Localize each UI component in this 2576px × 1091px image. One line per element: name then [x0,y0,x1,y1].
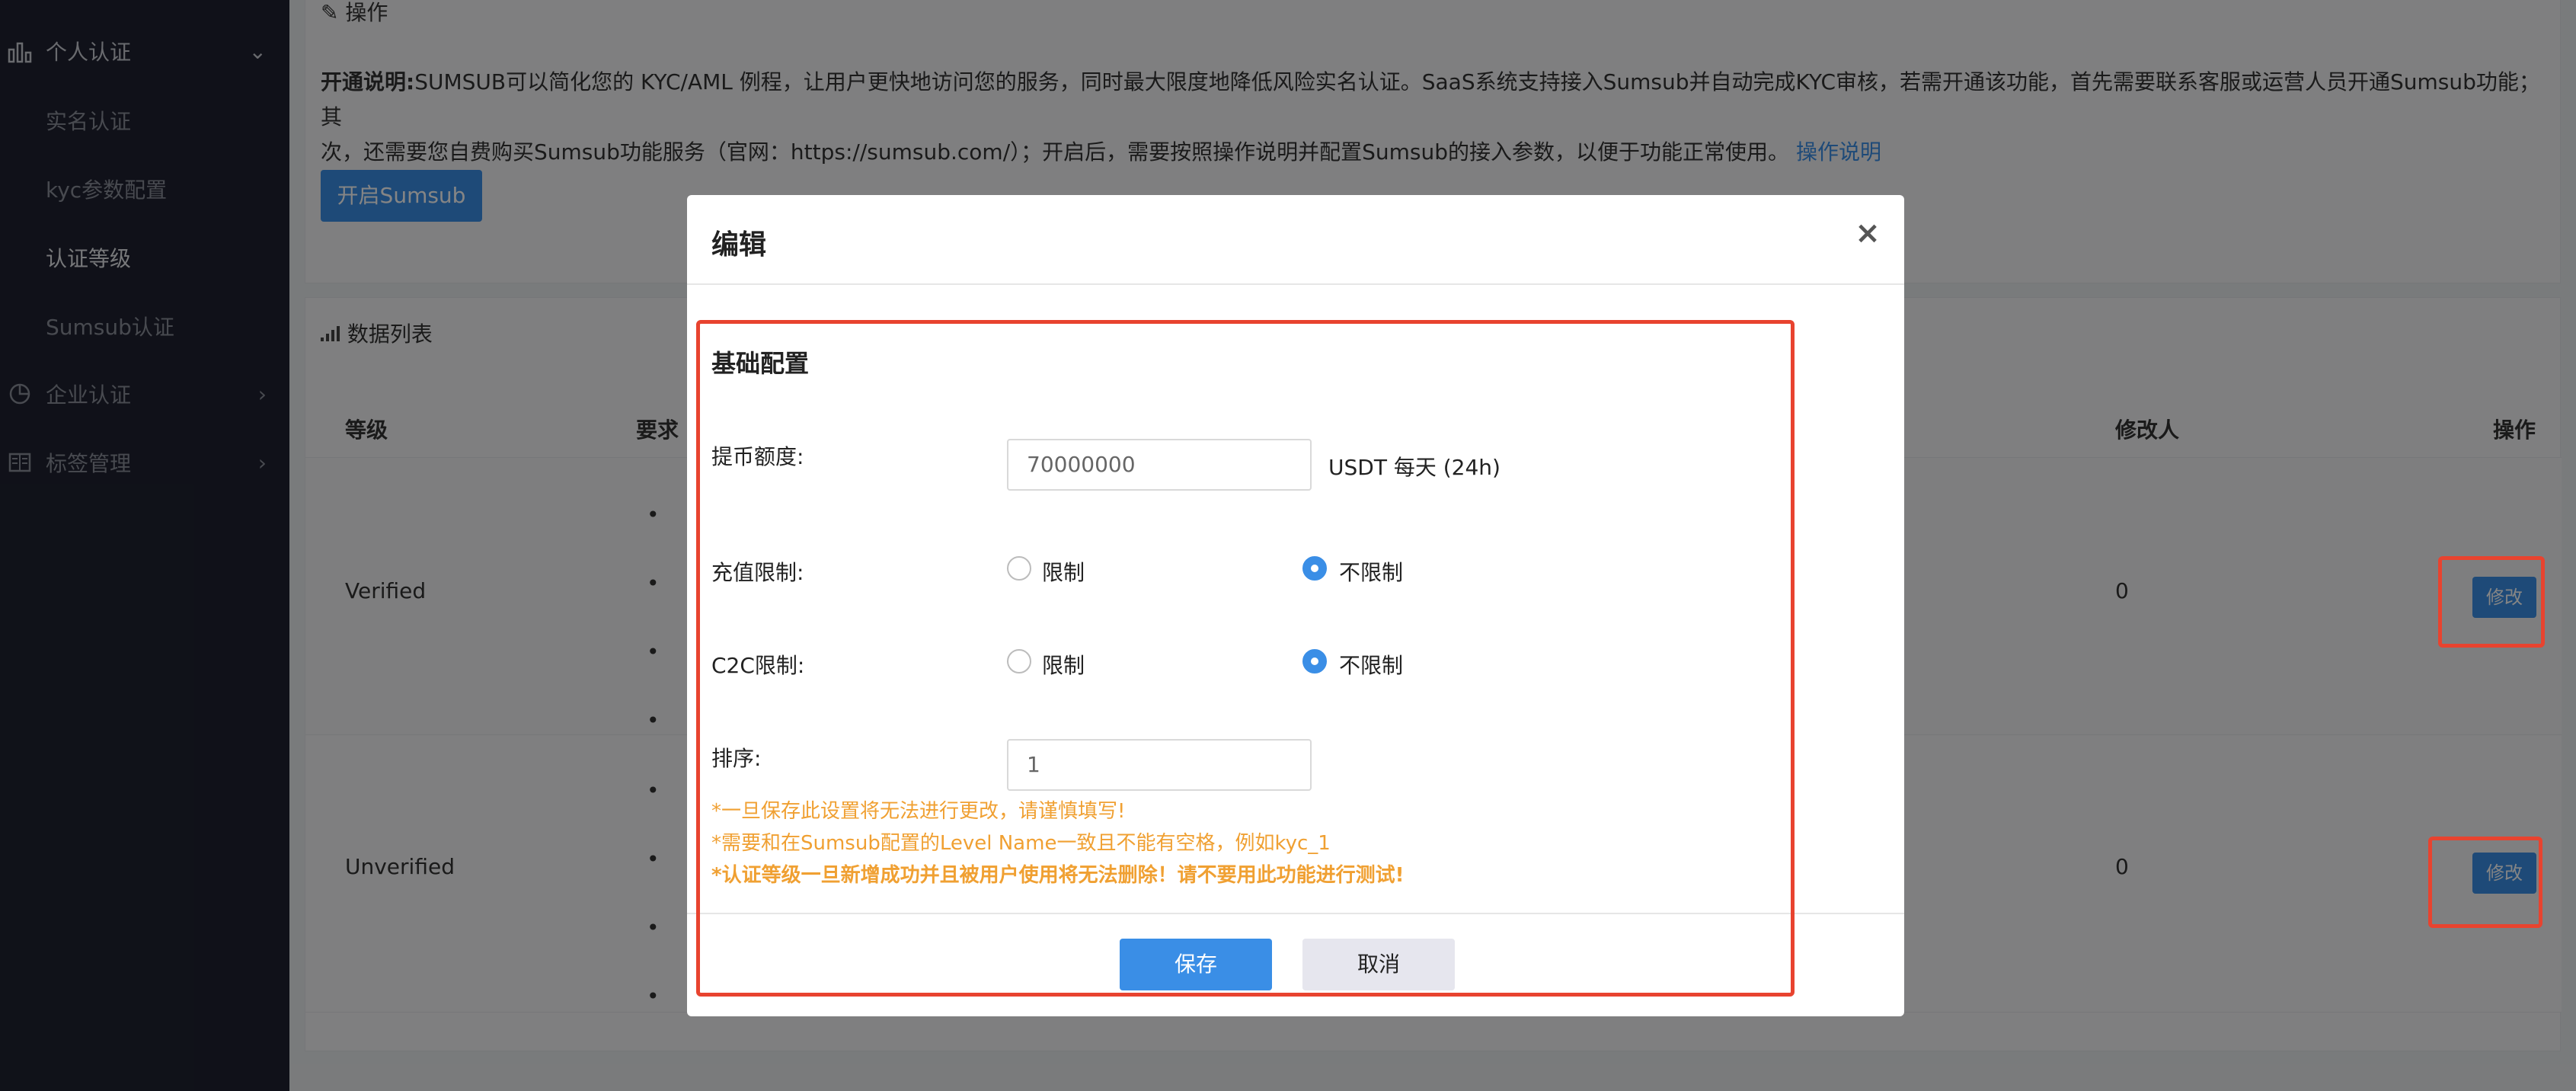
edit-button-highlight [2438,556,2545,648]
dialog-header: 编辑 × [687,195,1904,285]
edit-button-highlight [2428,837,2542,928]
form-highlight [696,320,1795,997]
dialog-title: 编辑 [711,229,767,261]
close-icon[interactable]: × [1852,218,1883,248]
